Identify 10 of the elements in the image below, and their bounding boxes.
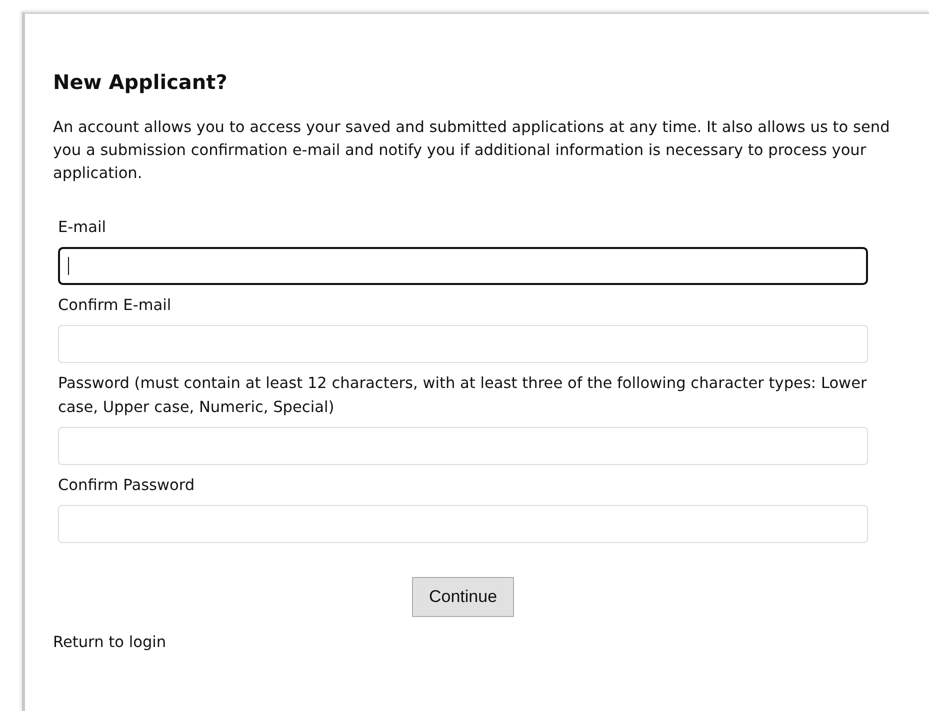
field-label: Confirm E-mail (58, 295, 172, 316)
form-heading: New Applicant? (53, 70, 228, 94)
intro-text: An account allows you to access your saved and submitted applications at any time. It also allows us to send you a submission confirmation e-mail and notify you if additional information is necessary to process your application. (53, 117, 891, 184)
field-label: Confirm Password (58, 475, 196, 496)
continue-button[interactable]: Continue (412, 577, 514, 617)
text-cursor (68, 257, 69, 275)
field-label: E-mail (58, 217, 107, 238)
field-label: Password (must contain at least 12 characters, with at least three of the following character types: Lower case, Upper case, Numeric, Special) (58, 373, 868, 418)
input-field[interactable] (58, 247, 868, 285)
return-link[interactable]: Return to login (53, 633, 166, 651)
